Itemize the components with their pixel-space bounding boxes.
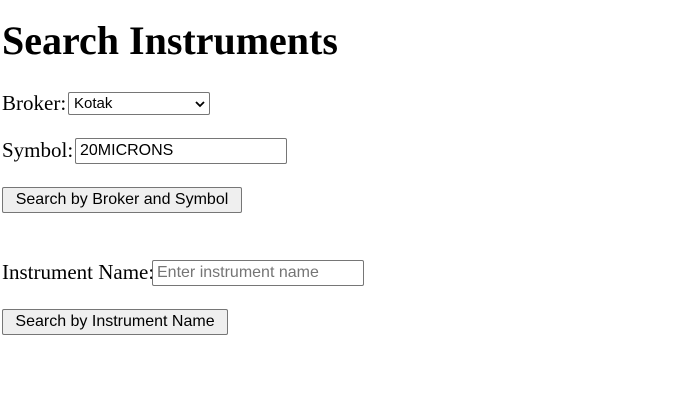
chevron-down-icon bbox=[195, 101, 205, 108]
instrument-name-input[interactable] bbox=[152, 260, 364, 286]
search-by-instrument-name-button[interactable]: Search by Instrument Name bbox=[2, 309, 228, 335]
page-title: Search Instruments bbox=[2, 18, 338, 63]
symbol-label: Symbol: bbox=[2, 138, 74, 162]
symbol-input[interactable] bbox=[75, 138, 287, 164]
instrument-name-label: Instrument Name: bbox=[2, 260, 155, 284]
instrument-name-row: Instrument Name: bbox=[2, 260, 154, 284]
symbol-row: Symbol: bbox=[2, 138, 73, 162]
search-by-broker-symbol-button[interactable]: Search by Broker and Symbol bbox=[2, 187, 242, 213]
broker-select-value: Kotak bbox=[74, 95, 113, 112]
broker-select[interactable]: Kotak bbox=[68, 92, 210, 115]
broker-row: Broker: bbox=[2, 91, 66, 115]
broker-label: Broker: bbox=[2, 91, 67, 115]
